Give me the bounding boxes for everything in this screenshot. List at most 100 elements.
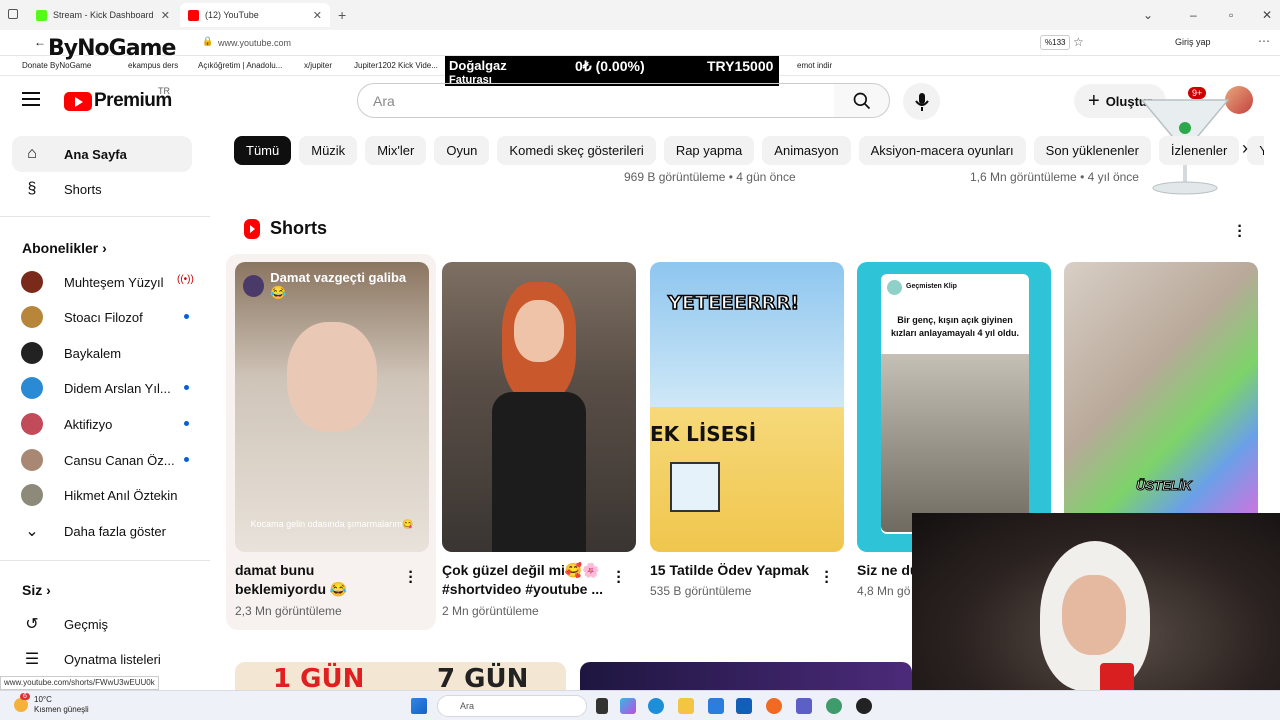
sidebar-item-playlists[interactable]: ☰ Oynatma listeleri: [12, 641, 192, 677]
close-tab-icon[interactable]: ✕: [313, 9, 322, 22]
taskbar-search[interactable]: Ara: [437, 695, 587, 717]
video-thumbnail[interactable]: 1 GÜN 7 GÜN: [235, 662, 566, 692]
chip[interactable]: İzlenenler: [1158, 136, 1240, 165]
sign-in-button[interactable]: Giriş yap: [1175, 37, 1211, 47]
chip[interactable]: Tümü: [234, 136, 292, 165]
sidebar-item-subscription[interactable]: Didem Arslan Yıl...: [12, 370, 192, 406]
channel-avatar: [887, 280, 902, 295]
chip[interactable]: Müzik: [299, 136, 358, 165]
channel-name: Muhteşem Yüzyıl: [64, 274, 164, 290]
channel-avatar: [21, 342, 43, 364]
outlook-icon[interactable]: [736, 698, 752, 714]
zoom-indicator[interactable]: %133: [1040, 35, 1071, 50]
sidebar-item-label: Oynatma listeleri: [64, 651, 161, 667]
chip[interactable]: Son yüklenenler: [1033, 136, 1151, 165]
tweet-text: Bir genç, kışın açık giyinen kızları anl…: [890, 315, 1020, 338]
chip[interactable]: Komedi skeç gösterileri: [497, 136, 656, 165]
tab-kick-dashboard[interactable]: Stream - Kick Dashboard ✕: [28, 3, 178, 27]
show-more-button[interactable]: ⌄ Daha fazla göster: [12, 513, 192, 549]
short-thumbnail[interactable]: [442, 262, 636, 552]
weather-widget[interactable]: 10°C Kısmen güneşli: [34, 695, 89, 715]
short-title[interactable]: damat bunu beklemiyordu 😂: [235, 561, 405, 599]
sidebar-item-subscription[interactable]: Muhteşem Yüzyıl ((•)): [12, 264, 194, 300]
browser-tab-strip: Stream - Kick Dashboard ✕ (12) YouTube ✕…: [0, 0, 1280, 30]
channel-name: Aktifizyo: [64, 416, 113, 432]
minimize-icon[interactable]: –: [1190, 8, 1197, 22]
bookmark-item[interactable]: emot indir: [797, 61, 832, 70]
youtube-header: Premium TR Ara + Oluştur 9+: [0, 76, 1280, 124]
start-icon[interactable]: [411, 698, 427, 714]
store-icon[interactable]: [708, 698, 724, 714]
channel-avatar: [21, 271, 43, 293]
school-sign: EK LİSESİ: [650, 422, 757, 446]
chip[interactable]: Yo: [1247, 136, 1264, 165]
sidebar-item-subscription[interactable]: Hikmet Anıl Öztekin: [12, 477, 192, 513]
bookmark-item[interactable]: x/jupiter: [304, 61, 332, 70]
sidebar-item-label: Shorts: [64, 181, 102, 197]
chip[interactable]: Aksiyon-macera oyunları: [858, 136, 1026, 165]
new-tab-icon[interactable]: +: [338, 7, 346, 23]
sidebar-item-history[interactable]: ↺ Geçmiş: [12, 606, 192, 642]
sidebar-item-subscription[interactable]: Aktifizyo: [12, 406, 192, 442]
sidebar-item-subscription[interactable]: Cansu Canan Öz...: [12, 442, 192, 478]
url-field[interactable]: www.youtube.com: [218, 38, 291, 48]
bookmark-item[interactable]: ekampus ders: [128, 61, 178, 70]
chip[interactable]: Rap yapma: [663, 136, 755, 165]
sidebar-item-subscription[interactable]: Baykalem: [12, 335, 192, 371]
search-input[interactable]: Ara: [357, 83, 835, 118]
bookmark-item[interactable]: Açıköğretim | Anadolu...: [198, 61, 282, 70]
bookmark-item[interactable]: Donate ByNoGame: [22, 61, 91, 70]
task-view-icon[interactable]: [596, 698, 608, 714]
ticker-amount: 0₺ (0.00%): [575, 58, 645, 74]
chip[interactable]: Animasyon: [762, 136, 851, 165]
tab-list-chevron-icon[interactable]: ⌄: [1143, 8, 1153, 22]
short-title[interactable]: Çok güzel değil mi🥰🌸 #shortvideo #youtub…: [442, 561, 612, 599]
chip[interactable]: Mix'ler: [365, 136, 427, 165]
show-more-label: Daha fazla göster: [64, 523, 166, 539]
short-thumbnail[interactable]: ÜSTELİK: [1064, 262, 1258, 552]
hamburger-menu-icon[interactable]: [22, 92, 40, 110]
close-tab-icon[interactable]: ✕: [161, 9, 170, 22]
file-explorer-icon[interactable]: [678, 698, 694, 714]
maximize-icon[interactable]: ▫: [1229, 8, 1233, 22]
sidebar-item-subscription[interactable]: Stoacı Filozof: [12, 299, 192, 335]
teams-icon[interactable]: [796, 698, 812, 714]
sidebar-item-shorts[interactable]: § Shorts: [12, 171, 192, 207]
chip[interactable]: Oyun: [434, 136, 490, 165]
channel-badge-icon: [243, 274, 265, 297]
shelf-menu-icon[interactable]: · · ·: [1237, 219, 1243, 245]
short-menu-icon[interactable]: · · ·: [616, 565, 622, 591]
you-heading[interactable]: Siz ›: [22, 582, 51, 598]
you-title: Siz: [22, 582, 43, 598]
sidebar-item-home[interactable]: ⌂ Ana Sayfa: [12, 136, 192, 172]
youtube-premium-logo[interactable]: Premium: [64, 90, 172, 112]
obs-icon[interactable]: [856, 698, 872, 714]
short-views: 535 B görüntüleme: [650, 584, 752, 598]
more-menu-icon[interactable]: ⋯: [1258, 34, 1270, 48]
search-button[interactable]: [834, 83, 890, 118]
voice-search-button[interactable]: [903, 83, 940, 120]
firefox-icon[interactable]: [766, 698, 782, 714]
short-thumbnail[interactable]: Damat vazgeçti galiba 😂 Kocama gelin oda…: [235, 262, 429, 552]
copilot-icon[interactable]: [620, 698, 636, 714]
favorite-star-icon[interactable]: ☆: [1073, 35, 1084, 49]
settings-gear-icon[interactable]: [826, 698, 842, 714]
video-thumbnail[interactable]: [580, 662, 912, 692]
short-menu-icon[interactable]: · · ·: [408, 565, 414, 591]
chip-scroll-right-icon[interactable]: ›: [1242, 138, 1248, 159]
edge-icon[interactable]: [648, 698, 664, 714]
short-thumbnail[interactable]: Geçmisten Klip Bir genç, kışın açık giyi…: [857, 262, 1051, 552]
bookmark-item[interactable]: Jupiter1202 Kick Vide...: [354, 61, 438, 70]
short-title[interactable]: 15 Tatilde Ödev Yapmak: [650, 561, 820, 580]
short-views: 4,8 Mn gö: [857, 584, 911, 598]
weather-condition: Kısmen güneşli: [34, 705, 89, 714]
tab-youtube[interactable]: (12) YouTube ✕: [180, 3, 330, 27]
back-icon[interactable]: ←: [34, 35, 46, 49]
short-menu-icon[interactable]: · · ·: [824, 565, 830, 591]
windows-taskbar: 6 10°C Kısmen güneşli Ara: [0, 690, 1280, 720]
subscriptions-heading[interactable]: Abonelikler ›: [22, 240, 107, 256]
short-thumbnail[interactable]: YETEEERRR! EK LİSESİ: [650, 262, 844, 552]
close-window-icon[interactable]: ✕: [1262, 8, 1272, 22]
site-info-icon[interactable]: 🔒: [202, 36, 213, 47]
tab-actions-icon[interactable]: [8, 9, 18, 19]
